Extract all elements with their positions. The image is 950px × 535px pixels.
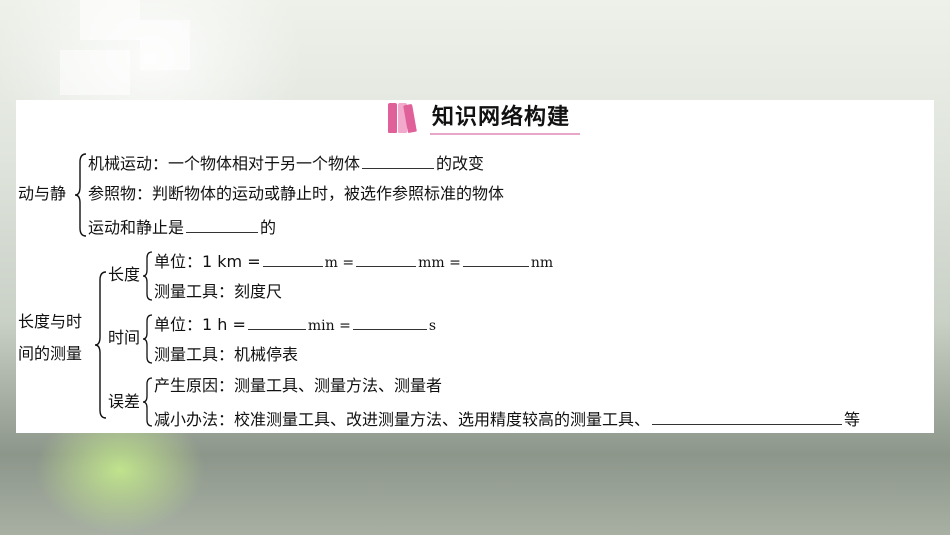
error-reduce-line: 减小办法：校准测量工具、改进测量方法、选用精度较高的测量工具、等 bbox=[154, 408, 861, 429]
answer-blank[interactable] bbox=[652, 408, 843, 425]
brace-icon bbox=[142, 377, 153, 427]
answer-blank[interactable] bbox=[356, 250, 417, 267]
brace-icon bbox=[142, 314, 153, 364]
relative-motion-line: 运动和静止是的 bbox=[88, 216, 277, 237]
reference-object-line: 参照物：判断物体的运动或静止时，被选作参照标准的物体 bbox=[88, 184, 505, 203]
mechanical-motion-line: 机械运动：一个物体相对于另一个物体 的改变 bbox=[88, 152, 485, 173]
answer-blank[interactable] bbox=[352, 313, 427, 330]
brace-icon bbox=[142, 251, 153, 301]
background-tile bbox=[80, 0, 140, 40]
answer-blank[interactable] bbox=[247, 313, 306, 330]
section-heading-measurement-1: 长度与时 bbox=[18, 312, 83, 331]
brace-icon bbox=[94, 271, 107, 419]
length-tool-line: 测量工具：刻度尺 bbox=[154, 282, 283, 301]
length-label: 长度 bbox=[108, 265, 141, 284]
section-heading-motion: 动与静 bbox=[18, 184, 67, 203]
time-tool-line: 测量工具：机械停表 bbox=[154, 345, 299, 364]
answer-blank[interactable] bbox=[186, 216, 259, 233]
page-title: 知识网络构建 bbox=[430, 99, 581, 135]
section-heading-measurement-2: 间的测量 bbox=[18, 344, 83, 363]
answer-blank[interactable] bbox=[262, 250, 323, 267]
answer-blank[interactable] bbox=[462, 250, 529, 267]
books-icon bbox=[386, 101, 426, 133]
title-bar: 知识网络构建 bbox=[386, 99, 581, 135]
brace-icon bbox=[74, 153, 87, 237]
time-label: 时间 bbox=[108, 328, 141, 347]
background-tile bbox=[60, 50, 130, 95]
length-unit-line: 单位：1 km = m = mm = nm bbox=[154, 250, 554, 271]
answer-blank[interactable] bbox=[362, 152, 435, 169]
error-label: 误差 bbox=[108, 392, 141, 411]
error-cause-line: 产生原因：测量工具、测量方法、测量者 bbox=[154, 376, 443, 395]
knowledge-card: 知识网络构建 动与静 机械运动：一个物体相对于另一个物体 的改变 参照物：判断物体… bbox=[16, 100, 934, 433]
background-tile bbox=[140, 20, 190, 70]
time-unit-line: 单位：1 h = min = s bbox=[154, 313, 437, 334]
